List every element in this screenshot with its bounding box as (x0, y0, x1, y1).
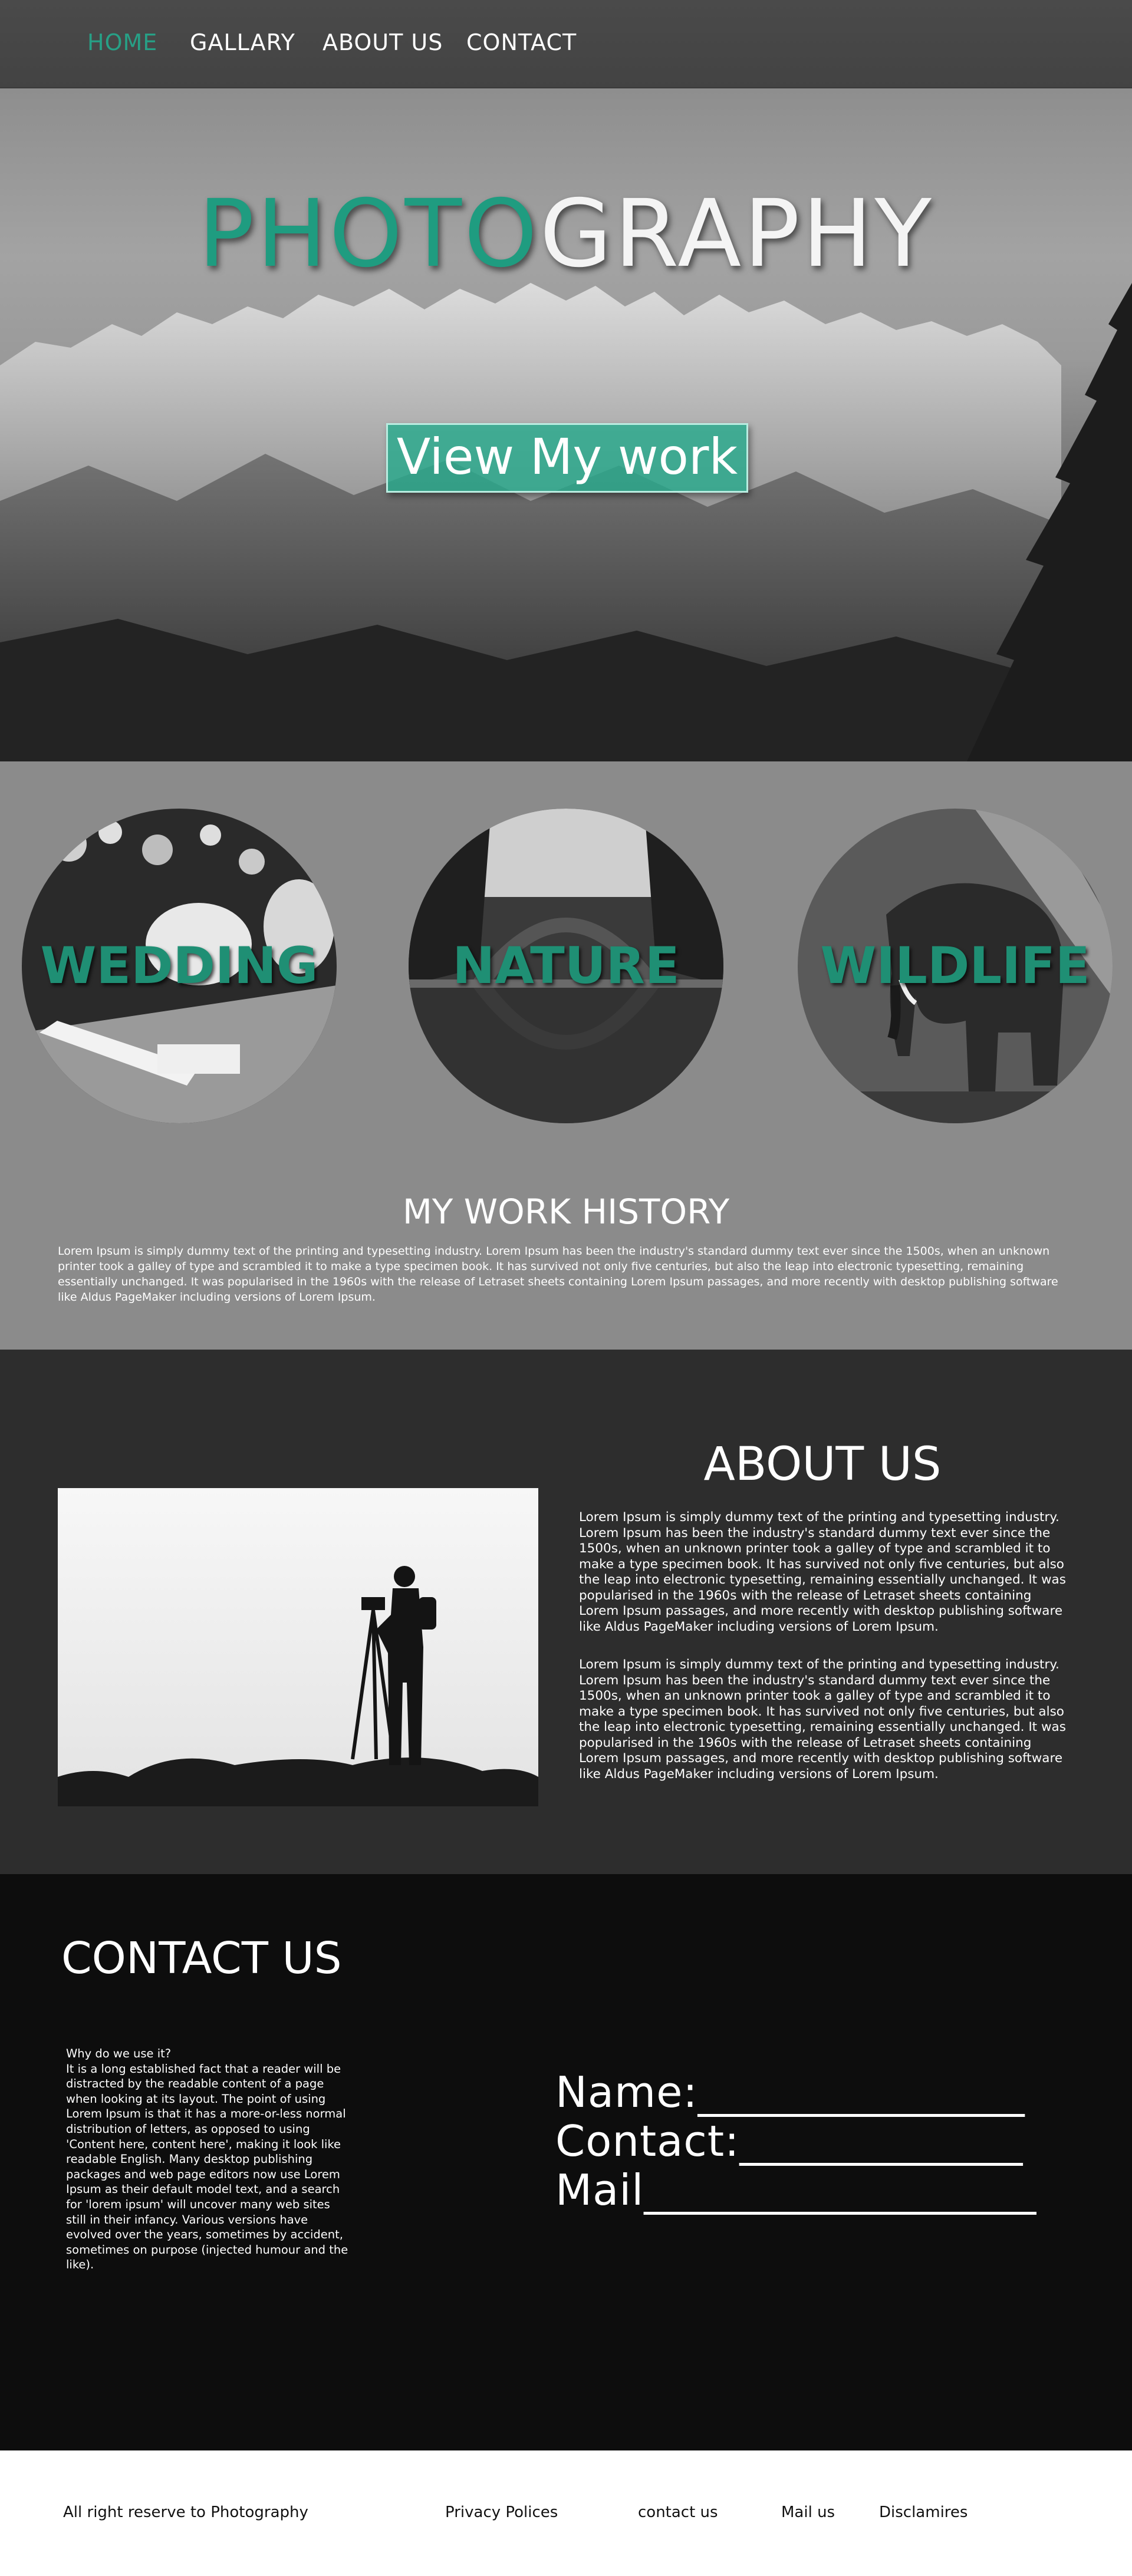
contact-description-body: It is a long established fact that a rea… (66, 2062, 348, 2272)
name-field[interactable]: Name:_______________ (555, 2067, 1025, 2117)
work-history-title: MY WORK HISTORY (402, 1192, 730, 1232)
nav-item-about-us[interactable]: ABOUT US (323, 29, 443, 55)
about-paragraph-1: Lorem Ipsum is simply dummy text of the … (579, 1510, 1066, 1634)
nav-item-contact[interactable]: CONTACT (466, 29, 577, 55)
category-nature[interactable]: NATURE (409, 809, 723, 1123)
about-paragraph-2: Lorem Ipsum is simply dummy text of the … (579, 1657, 1066, 1782)
nav-item-home[interactable]: HOME (87, 29, 157, 55)
footer-link-privacy[interactable]: Privacy Polices (445, 2504, 558, 2521)
footer-copyright: All right reserve to Photography (63, 2504, 308, 2521)
footer-link-disclaimers[interactable]: Disclamires (879, 2504, 968, 2521)
footer: All right reserve to Photography Privacy… (0, 2450, 1132, 2576)
photographer-image (58, 1488, 538, 1806)
work-history-body: Lorem Ipsum is simply dummy text of the … (58, 1245, 1058, 1304)
category-nature-label: NATURE (452, 936, 680, 995)
top-navigation-bar: HOME GALLARY ABOUT US CONTACT (0, 0, 1132, 88)
hero-title: PHOTOGRAPHY (0, 180, 1132, 288)
mail-field[interactable]: Mail__________________ (555, 2165, 1036, 2215)
category-wildlife[interactable]: WILDLIFE (798, 809, 1113, 1123)
category-wildlife-label: WILDLIFE (820, 936, 1090, 995)
categories-section: WEDDING NATURE WILDLIFE MY WORK HISTORY … (0, 761, 1132, 1350)
photographer-silhouette (58, 1566, 538, 1806)
hero-section: PHOTOGRAPHY View My work (0, 88, 1132, 761)
contact-description: Why do we use it? It is a long establish… (66, 2046, 352, 2272)
view-my-work-button[interactable]: View My work (386, 423, 748, 493)
about-section: ABOUT US Lorem Ipsum is simply dummy tex… (0, 1350, 1132, 1874)
contact-field[interactable]: Contact:_____________ (555, 2116, 1023, 2166)
about-title: ABOUT US (703, 1438, 942, 1491)
footer-link-mail-us[interactable]: Mail us (781, 2504, 835, 2521)
contact-title: CONTACT US (61, 1933, 342, 1984)
category-wedding[interactable]: WEDDING (22, 809, 337, 1123)
category-wedding-label: WEDDING (40, 936, 318, 995)
contact-section: CONTACT US Why do we use it? It is a lon… (0, 1874, 1132, 2450)
contact-description-heading: Why do we use it? (66, 2047, 172, 2060)
hero-title-graphy: GRAPHY (539, 180, 934, 288)
hero-title-photo: PHOTO (198, 180, 540, 288)
nav-item-gallery[interactable]: GALLARY (190, 29, 295, 55)
footer-link-contact-us[interactable]: contact us (638, 2504, 718, 2521)
